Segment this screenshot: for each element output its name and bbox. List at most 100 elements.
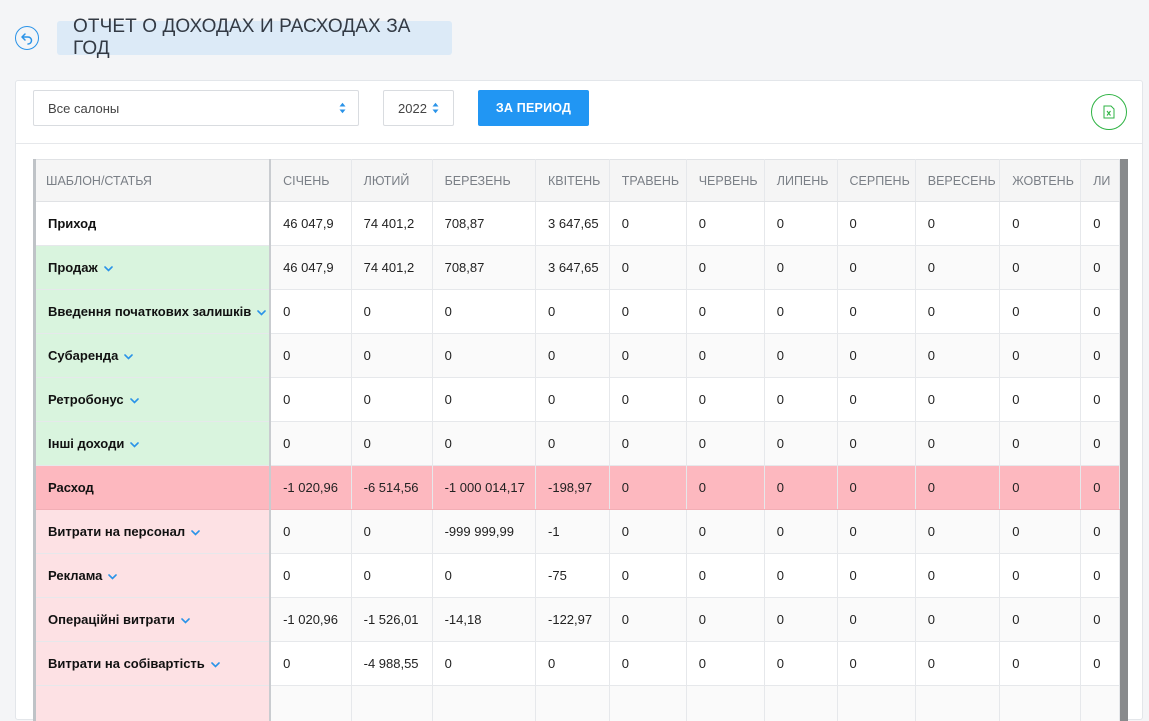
- column-header-month: СЕРПЕНЬ: [837, 160, 915, 202]
- column-header-month: ВЕРЕСЕНЬ: [915, 160, 999, 202]
- table-row: Реклама000-750000000: [35, 554, 1120, 598]
- value-cell: 0: [837, 246, 915, 290]
- value-cell: 0: [1081, 202, 1120, 246]
- value-cell: 0: [609, 246, 686, 290]
- value-cell: 0: [1000, 246, 1081, 290]
- value-cell: 0: [764, 246, 837, 290]
- year-select[interactable]: 2022: [383, 90, 454, 126]
- row-label-cell[interactable]: Витрати на персонал: [35, 510, 271, 554]
- value-cell: 0: [686, 554, 764, 598]
- value-cell: [837, 686, 915, 721]
- value-cell: 0: [1081, 290, 1120, 334]
- row-label: Приход: [48, 216, 96, 231]
- excel-export-button[interactable]: [1091, 94, 1127, 130]
- value-cell: 0: [837, 466, 915, 510]
- chevron-down-icon[interactable]: [211, 662, 220, 668]
- value-cell: 0: [915, 466, 999, 510]
- value-cell: 0: [837, 598, 915, 642]
- back-arrow-icon: [20, 31, 34, 45]
- row-label-cell: Расход: [35, 466, 271, 510]
- row-label-cell[interactable]: Реклама: [35, 554, 271, 598]
- value-cell: 0: [686, 378, 764, 422]
- value-cell: 0: [1081, 510, 1120, 554]
- row-label: Реклама: [48, 568, 102, 583]
- row-label-cell[interactable]: [35, 686, 271, 721]
- table-row: Продаж46 047,974 401,2708,873 647,650000…: [35, 246, 1120, 290]
- row-label: Витрати на собівартість: [48, 656, 205, 671]
- value-cell: 0: [915, 202, 999, 246]
- value-cell: 708,87: [432, 202, 535, 246]
- column-header-label: ШАБЛОН/СТАТЬЯ: [35, 160, 271, 202]
- value-cell: 0: [764, 510, 837, 554]
- value-cell: 0: [351, 554, 432, 598]
- value-cell: 0: [1000, 422, 1081, 466]
- value-cell: [351, 686, 432, 721]
- chevron-down-icon[interactable]: [257, 310, 266, 316]
- table-row: Інші доходи00000000000: [35, 422, 1120, 466]
- chevron-down-icon[interactable]: [181, 618, 190, 624]
- value-cell: 0: [609, 334, 686, 378]
- value-cell: 0: [609, 422, 686, 466]
- value-cell: 0: [686, 510, 764, 554]
- value-cell: -1 020,96: [270, 598, 351, 642]
- row-label-cell[interactable]: Ретробонус: [35, 378, 271, 422]
- value-cell: 0: [270, 554, 351, 598]
- value-cell: [1000, 686, 1081, 721]
- value-cell: 0: [1081, 598, 1120, 642]
- report-table-container[interactable]: ШАБЛОН/СТАТЬЯ СІЧЕНЬ ЛЮТИЙ БЕРЕЗЕНЬ КВІТ…: [33, 159, 1120, 721]
- row-label-cell[interactable]: Субаренда: [35, 334, 271, 378]
- value-cell: 0: [1081, 378, 1120, 422]
- value-cell: 0: [1081, 422, 1120, 466]
- value-cell: 0: [764, 334, 837, 378]
- report-card: Все салоны 2022 ЗА ПЕРИОД: [15, 80, 1143, 720]
- value-cell: 0: [764, 378, 837, 422]
- salon-select[interactable]: Все салоны: [33, 90, 359, 126]
- salon-select-value: Все салоны: [48, 101, 119, 116]
- table-header-row: ШАБЛОН/СТАТЬЯ СІЧЕНЬ ЛЮТИЙ БЕРЕЗЕНЬ КВІТ…: [35, 160, 1120, 202]
- value-cell: 0: [837, 642, 915, 686]
- value-cell: [686, 686, 764, 721]
- value-cell: -122,97: [536, 598, 610, 642]
- value-cell: [270, 686, 351, 721]
- back-button[interactable]: [15, 26, 39, 50]
- value-cell: -14,18: [432, 598, 535, 642]
- vertical-scrollbar[interactable]: [1120, 159, 1128, 721]
- value-cell: 0: [609, 598, 686, 642]
- value-cell: 0: [837, 202, 915, 246]
- column-header-month: ЛИ: [1081, 160, 1120, 202]
- chevron-down-icon[interactable]: [108, 574, 117, 580]
- value-cell: 0: [432, 554, 535, 598]
- chevron-down-icon[interactable]: [191, 530, 200, 536]
- row-label-cell: Приход: [35, 202, 271, 246]
- value-cell: 0: [609, 642, 686, 686]
- value-cell: 0: [915, 334, 999, 378]
- value-cell: 0: [1000, 202, 1081, 246]
- row-label: Витрати на персонал: [48, 524, 185, 539]
- chevron-down-icon[interactable]: [130, 442, 139, 448]
- value-cell: 0: [536, 334, 610, 378]
- value-cell: 0: [1000, 510, 1081, 554]
- row-label: Субаренда: [48, 348, 118, 363]
- value-cell: 0: [609, 202, 686, 246]
- row-label-cell[interactable]: Операційні витрати: [35, 598, 271, 642]
- period-button[interactable]: ЗА ПЕРИОД: [478, 90, 589, 126]
- row-label: Продаж: [48, 260, 98, 275]
- row-label-cell[interactable]: Витрати на собівартість: [35, 642, 271, 686]
- table-row: Ретробонус00000000000: [35, 378, 1120, 422]
- value-cell: -1 526,01: [351, 598, 432, 642]
- value-cell: 0: [270, 510, 351, 554]
- value-cell: 0: [837, 378, 915, 422]
- row-label-cell[interactable]: Продаж: [35, 246, 271, 290]
- row-label: Расход: [48, 480, 94, 495]
- value-cell: 3 647,65: [536, 246, 610, 290]
- row-label-cell[interactable]: Введення початкових залишків: [35, 290, 271, 334]
- value-cell: 0: [1081, 334, 1120, 378]
- chevron-down-icon[interactable]: [124, 354, 133, 360]
- value-cell: 0: [764, 290, 837, 334]
- chevron-down-icon[interactable]: [104, 266, 113, 272]
- chevron-down-icon[interactable]: [130, 398, 139, 404]
- row-label-cell[interactable]: Інші доходи: [35, 422, 271, 466]
- column-header-month: СІЧЕНЬ: [270, 160, 351, 202]
- value-cell: [1081, 686, 1120, 721]
- value-cell: 0: [432, 378, 535, 422]
